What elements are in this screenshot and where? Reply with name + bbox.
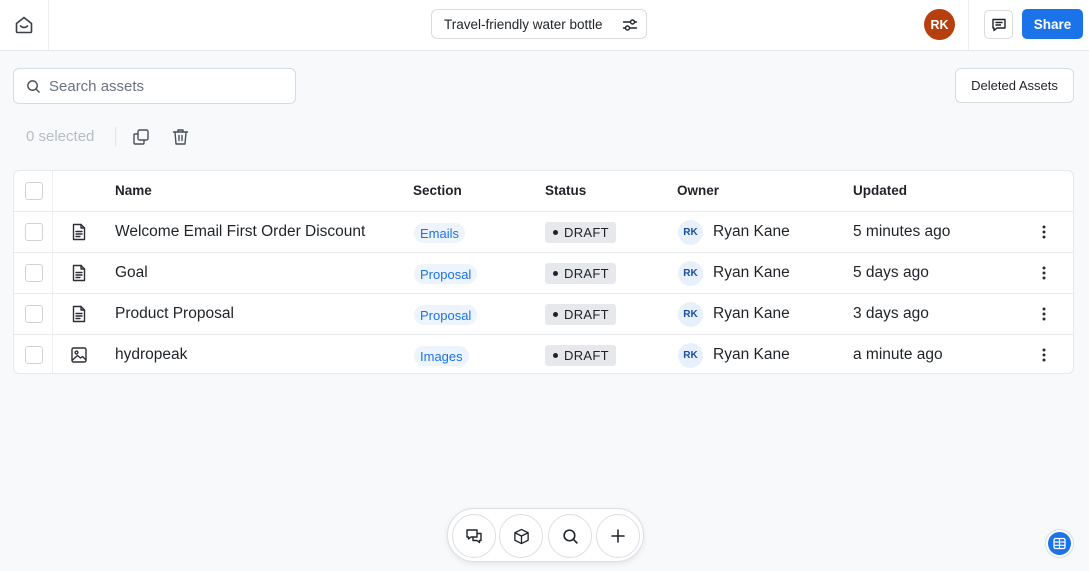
owner-name: Ryan Kane — [713, 223, 790, 240]
delete-button[interactable] — [172, 128, 189, 146]
asset-name[interactable]: Product Proposal — [115, 305, 234, 323]
kebab-icon — [1042, 348, 1046, 362]
status-dot — [553, 230, 558, 235]
row-checkbox[interactable] — [25, 305, 43, 323]
status-dot — [553, 271, 558, 276]
cube-icon — [513, 528, 529, 544]
status-label: DRAFT — [564, 307, 609, 322]
owner-avatar: RK — [678, 220, 703, 245]
status-badge: DRAFT — [545, 222, 616, 243]
row-menu-button[interactable] — [1036, 224, 1052, 240]
row-checkbox-cell — [14, 294, 53, 334]
home-button[interactable] — [0, 0, 49, 50]
status-label: DRAFT — [564, 225, 609, 240]
table-row[interactable]: hydropeak Images DRAFT RK Ryan Kane a mi… — [14, 334, 1073, 373]
table-row[interactable]: Welcome Email First Order Discount Email… — [14, 211, 1073, 252]
section-badge: Emails — [414, 223, 466, 243]
document-icon — [70, 305, 88, 323]
asset-name[interactable]: Welcome Email First Order Discount — [115, 223, 365, 241]
row-checkbox[interactable] — [25, 346, 43, 364]
row-menu-button[interactable] — [1036, 347, 1052, 363]
status-badge: DRAFT — [545, 263, 616, 284]
comment-icon — [991, 18, 1006, 31]
grid-icon — [1048, 532, 1071, 555]
project-selector[interactable]: Travel-friendly water bottle — [431, 9, 647, 39]
row-checkbox-cell — [14, 253, 53, 293]
select-all-checkbox[interactable] — [25, 182, 43, 200]
updated-time: 5 minutes ago — [853, 223, 951, 240]
document-icon — [70, 264, 88, 282]
bottom-toolbar — [447, 508, 644, 562]
row-checkbox-cell — [14, 335, 53, 373]
row-menu-button[interactable] — [1036, 265, 1052, 281]
chat-button[interactable] — [452, 514, 496, 558]
status-dot — [553, 312, 558, 317]
add-button[interactable] — [596, 514, 640, 558]
chat-icon — [466, 529, 482, 544]
image-icon — [70, 346, 88, 364]
section-badge: Proposal — [414, 264, 478, 284]
document-icon — [70, 223, 88, 241]
copy-icon — [133, 129, 149, 145]
home-icon — [15, 16, 33, 34]
user-avatar[interactable]: RK — [924, 9, 955, 40]
search-input[interactable] — [49, 77, 279, 95]
row-menu-button[interactable] — [1036, 306, 1052, 322]
top-divider — [968, 0, 969, 50]
trash-icon — [172, 129, 189, 145]
assets-button[interactable] — [499, 514, 543, 558]
status-badge: DRAFT — [545, 345, 616, 366]
asset-name[interactable]: hydropeak — [115, 346, 187, 364]
updated-time: 5 days ago — [853, 264, 929, 281]
row-checkbox[interactable] — [25, 223, 43, 241]
deleted-assets-button[interactable]: Deleted Assets — [955, 68, 1074, 103]
selection-divider — [115, 127, 116, 147]
kebab-icon — [1042, 307, 1046, 321]
column-header-owner[interactable]: Owner — [677, 183, 719, 198]
search-icon — [27, 79, 40, 93]
comments-button[interactable] — [984, 10, 1013, 39]
column-header-name[interactable]: Name — [115, 183, 152, 198]
updated-time: 3 days ago — [853, 305, 929, 322]
asset-name[interactable]: Goal — [115, 264, 148, 282]
owner-avatar: RK — [678, 343, 703, 368]
owner-name: Ryan Kane — [713, 305, 790, 322]
plus-icon — [611, 529, 625, 543]
search-box[interactable] — [13, 68, 296, 104]
status-dot — [553, 353, 558, 358]
column-header-status[interactable]: Status — [545, 183, 586, 198]
share-button[interactable]: Share — [1022, 9, 1083, 39]
table-header: Name Section Status Owner Updated — [14, 171, 1073, 211]
section-badge: Proposal — [414, 305, 478, 325]
status-label: DRAFT — [564, 266, 609, 281]
status-label: DRAFT — [564, 348, 609, 363]
assets-table: Name Section Status Owner Updated Welcom… — [13, 170, 1074, 374]
updated-time: a minute ago — [853, 346, 943, 363]
status-badge: DRAFT — [545, 304, 616, 325]
search-button[interactable] — [548, 514, 592, 558]
select-all-cell — [14, 171, 53, 211]
owner-avatar: RK — [678, 261, 703, 286]
owner-avatar: RK — [678, 302, 703, 327]
duplicate-button[interactable] — [132, 128, 150, 146]
kebab-icon — [1042, 266, 1046, 280]
section-badge: Images — [414, 346, 469, 366]
kebab-icon — [1042, 225, 1046, 239]
search-icon — [562, 528, 578, 544]
column-header-section[interactable]: Section — [413, 183, 462, 198]
owner-name: Ryan Kane — [713, 346, 790, 363]
grid-view-button[interactable] — [1045, 529, 1074, 558]
row-checkbox[interactable] — [25, 264, 43, 282]
top-bar: Travel-friendly water bottle RK Share — [0, 0, 1089, 51]
owner-name: Ryan Kane — [713, 264, 790, 281]
row-checkbox-cell — [14, 212, 53, 252]
sliders-icon — [622, 17, 638, 33]
table-row[interactable]: Goal Proposal DRAFT RK Ryan Kane 5 days … — [14, 252, 1073, 293]
column-header-updated[interactable]: Updated — [853, 183, 907, 198]
selected-count: 0 selected — [26, 128, 95, 145]
table-row[interactable]: Product Proposal Proposal DRAFT RK Ryan … — [14, 293, 1073, 334]
project-title: Travel-friendly water bottle — [444, 16, 603, 32]
